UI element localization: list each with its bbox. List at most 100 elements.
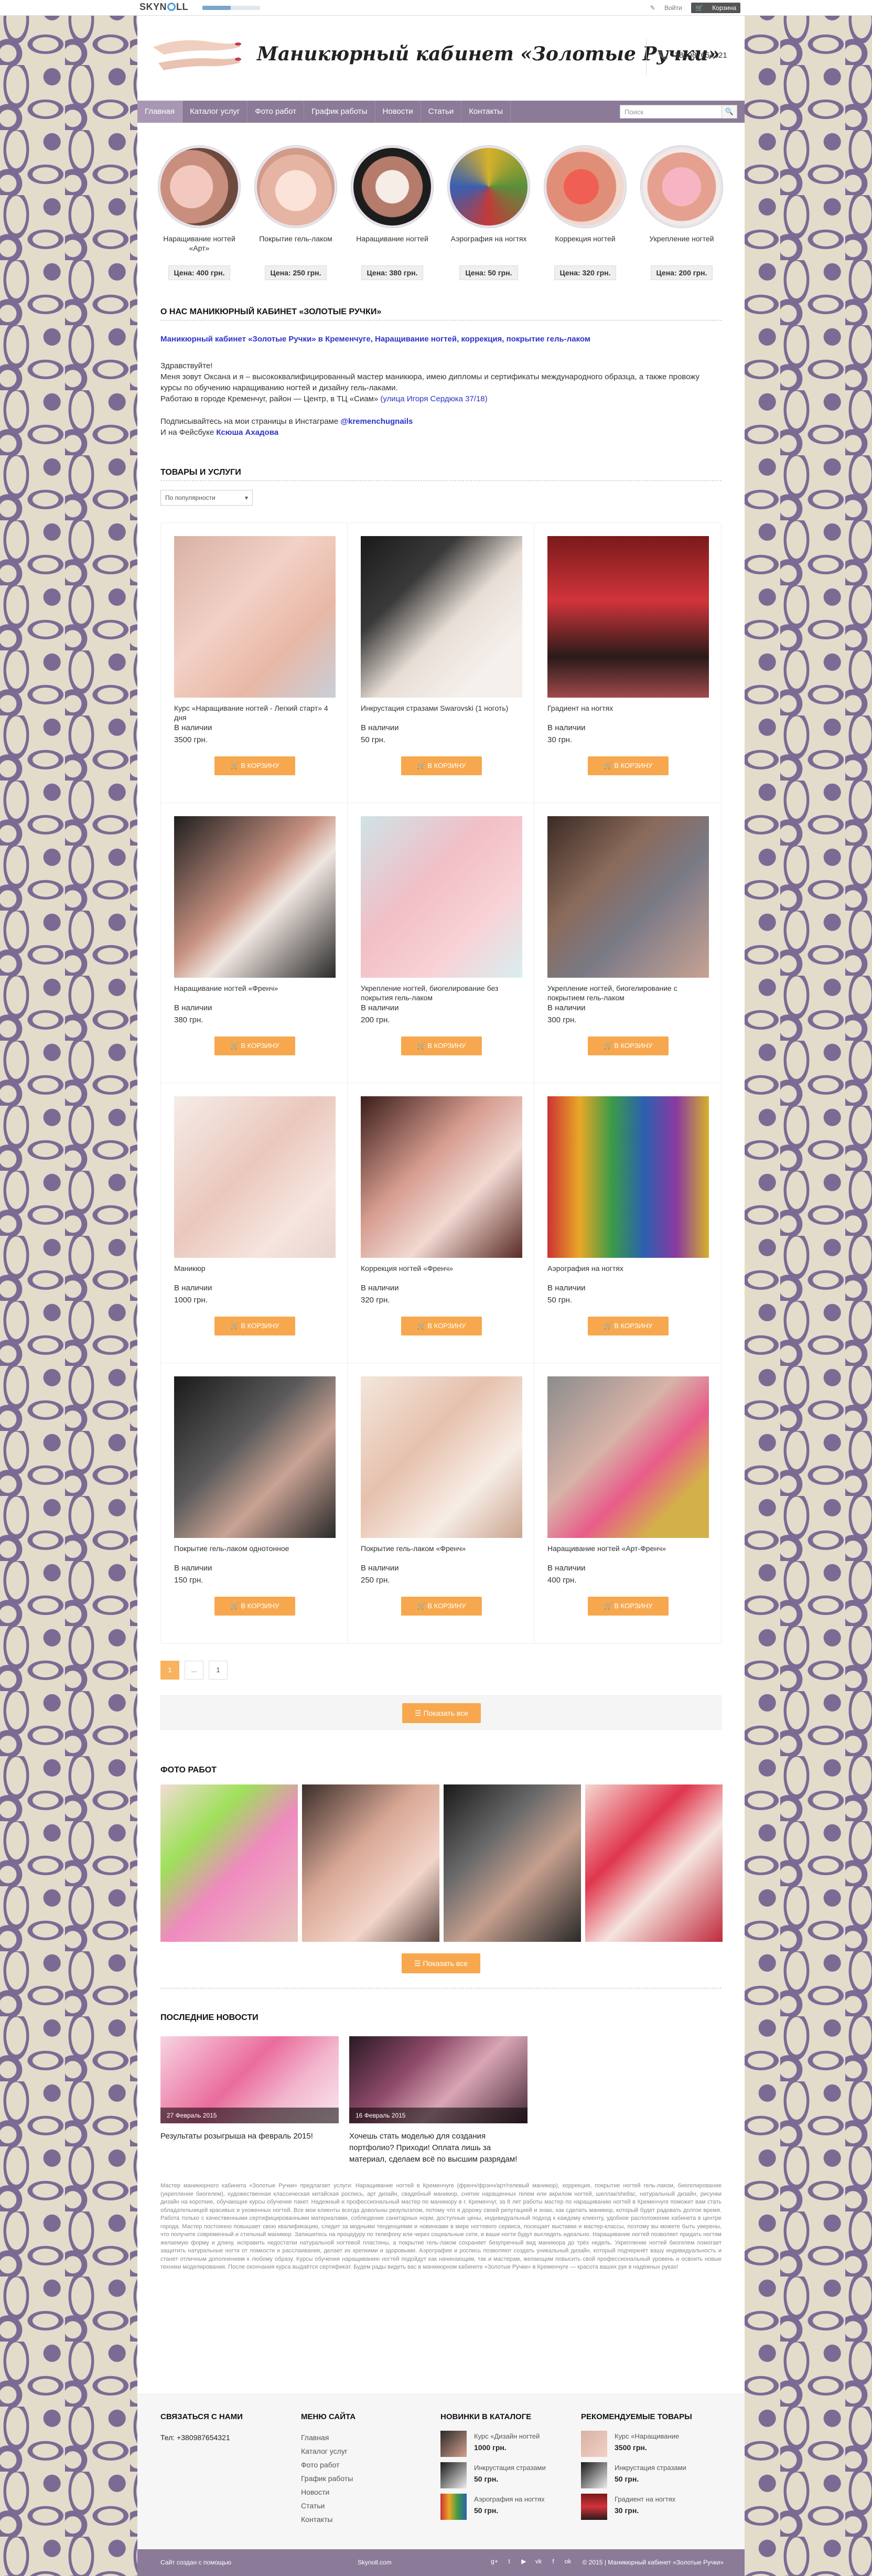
product-card[interactable]: Инкрустация стразами Swarovski (1 ноготь… (347, 522, 535, 804)
show-all-photos-button[interactable]: ☰ Показать все (402, 1953, 480, 1973)
product-card[interactable]: Курс «Наращивание ногтей - Легкий старт»… (160, 522, 348, 804)
product-card[interactable]: Покрытие гель-лаком однотонное В наличии… (160, 1363, 348, 1644)
category-image[interactable] (351, 146, 433, 228)
product-card[interactable]: Маникюр В наличии 1000 грн. 🛒 В КОРЗИНУ (160, 1083, 348, 1364)
skynoll-logo[interactable]: SKYN LL (139, 2, 188, 14)
header-phone[interactable]: 📞 +380987654321 (646, 39, 727, 76)
gallery-photo[interactable] (302, 1784, 439, 1942)
footer-link[interactable]: График работы (301, 2472, 432, 2485)
product-image[interactable] (174, 1376, 336, 1538)
skynoll-link[interactable]: Skynoll.com (358, 2559, 392, 2566)
facebook-link[interactable]: Ксюша Ахадова (216, 428, 278, 437)
address-link[interactable]: (улица Игоря Сердюка 37/18) (380, 394, 487, 403)
facebook-icon[interactable]: f (548, 2558, 558, 2565)
add-to-cart-button[interactable]: 🛒 В КОРЗИНУ (214, 1036, 295, 1055)
gallery-photo[interactable] (160, 1784, 298, 1942)
news-image[interactable]: 27 Февраль 2015 (160, 2036, 339, 2123)
news-item[interactable]: 27 Февраль 2015 Результаты розыгрыша на … (160, 2036, 339, 2142)
product-card[interactable]: Укрепление ногтей, биогелирование с покр… (534, 803, 722, 1084)
footer-link[interactable]: Новости (301, 2485, 432, 2499)
cart-button[interactable]: 🛒 Корзина (691, 3, 740, 13)
product-image[interactable] (361, 1096, 522, 1258)
footer-link[interactable]: Контакты (301, 2513, 432, 2526)
product-name[interactable]: Инкрустация стразами Swarovski (1 ноготь… (361, 703, 522, 713)
product-name[interactable]: Наращивание ногтей «Арт-Френч» (547, 1544, 709, 1553)
nav-articles[interactable]: Статьи (421, 101, 462, 123)
hands-logo[interactable] (148, 26, 242, 84)
about-link[interactable]: Маникюрный кабинет «Золотые Ручки» в Кре… (160, 335, 590, 344)
google-plus-icon[interactable]: g+ (490, 2558, 499, 2565)
add-to-cart-button[interactable]: 🛒 В КОРЗИНУ (588, 1597, 669, 1616)
nav-news[interactable]: Новости (375, 101, 421, 123)
product-name[interactable]: Покрытие гель-лаком однотонное (174, 1544, 336, 1553)
youtube-icon[interactable]: ▶ (519, 2558, 529, 2565)
category-image[interactable] (255, 146, 337, 228)
category-image[interactable] (641, 146, 723, 228)
sort-select[interactable]: По популярности ▾ (160, 490, 253, 506)
footer-product[interactable]: Курс «Дизайн ногтей 1000 грн. (440, 2431, 577, 2462)
product-card[interactable]: Наращивание ногтей «Арт-Френч» В наличии… (534, 1363, 722, 1644)
footer-phone[interactable]: Тел: +380987654321 (160, 2431, 292, 2444)
add-to-cart-button[interactable]: 🛒 В КОРЗИНУ (588, 1036, 669, 1055)
product-name[interactable]: Укрепление ногтей, биогелирование без по… (361, 984, 522, 1002)
product-image[interactable] (547, 1376, 709, 1538)
add-to-cart-button[interactable]: 🛒 В КОРЗИНУ (401, 1036, 482, 1055)
footer-product[interactable]: Инкрустация стразами 50 грн. (440, 2462, 577, 2494)
category-item[interactable]: Укрепление ногтей Цена: 200 грн. (640, 146, 724, 280)
product-image[interactable] (547, 536, 709, 698)
add-to-cart-button[interactable]: 🛒 В КОРЗИНУ (588, 1317, 669, 1335)
footer-link[interactable]: Главная (301, 2431, 432, 2444)
add-to-cart-button[interactable]: 🛒 В КОРЗИНУ (588, 756, 669, 775)
product-name[interactable]: Наращивание ногтей «Френч» (174, 984, 336, 993)
footer-product[interactable]: Градиент на ногтях 30 грн. (581, 2494, 723, 2525)
category-item[interactable]: Наращивание ногтей Цена: 380 грн. (350, 146, 434, 280)
product-name[interactable]: Покрытие гель-лаком «Френч» (361, 1544, 522, 1553)
product-card[interactable]: Наращивание ногтей «Френч» В наличии 380… (160, 803, 348, 1084)
product-name[interactable]: Аэрография на ногтях (547, 1264, 709, 1273)
odnoklassniki-icon[interactable]: ok (563, 2558, 573, 2565)
category-item[interactable]: Покрытие гель-лаком Цена: 250 грн. (254, 146, 338, 280)
show-all-products-button[interactable]: ☰ Показать все (402, 1703, 481, 1723)
instagram-link[interactable]: @kremenchugnails (340, 417, 413, 426)
login-link[interactable]: ✎ Войти (650, 4, 682, 12)
product-image[interactable] (174, 536, 336, 698)
category-item[interactable]: Коррекция ногтей Цена: 320 грн. (543, 146, 627, 280)
category-item[interactable]: Аэрография на ногтях Цена: 50 грн. (447, 146, 531, 280)
add-to-cart-button[interactable]: 🛒 В КОРЗИНУ (214, 1317, 295, 1335)
category-image[interactable] (544, 146, 626, 228)
vk-icon[interactable]: vk (534, 2558, 543, 2565)
product-name[interactable]: Укрепление ногтей, биогелирование с покр… (547, 984, 709, 1002)
gallery-photo[interactable] (585, 1784, 723, 1942)
footer-link[interactable]: Фото работ (301, 2458, 432, 2472)
news-image[interactable]: 16 Февраль 2015 (349, 2036, 527, 2123)
search-input[interactable]: Поиск (620, 105, 723, 119)
add-to-cart-button[interactable]: 🛒 В КОРЗИНУ (214, 1597, 295, 1616)
footer-link[interactable]: Каталог услуг (301, 2444, 432, 2458)
add-to-cart-button[interactable]: 🛒 В КОРЗИНУ (401, 756, 482, 775)
product-card[interactable]: Укрепление ногтей, биогелирование без по… (347, 803, 535, 1084)
page-last[interactable]: 1 (209, 1661, 228, 1680)
product-image[interactable] (361, 1376, 522, 1538)
product-image[interactable] (361, 536, 522, 698)
footer-product[interactable]: Курс «Наращивание 3500 грн. (581, 2431, 723, 2462)
product-name[interactable]: Коррекция ногтей «Френч» (361, 1264, 522, 1273)
category-item[interactable]: Наращивание ногтей «Арт» Цена: 400 грн. (157, 146, 241, 280)
nav-catalog[interactable]: Каталог услуг (182, 101, 248, 123)
product-image[interactable] (547, 816, 709, 978)
news-item[interactable]: 16 Февраль 2015 Хочешь стать моделью для… (349, 2036, 527, 2165)
product-image[interactable] (174, 1096, 336, 1258)
product-card[interactable]: Аэрография на ногтях В наличии 50 грн. 🛒… (534, 1083, 722, 1364)
footer-link[interactable]: Статьи (301, 2499, 432, 2513)
news-title[interactable]: Хочешь стать моделью для создания портфо… (349, 2131, 527, 2165)
product-card[interactable]: Коррекция ногтей «Френч» В наличии 320 г… (347, 1083, 535, 1364)
search-icon[interactable]: 🔍 (722, 105, 737, 119)
product-name[interactable]: Маникюр (174, 1264, 336, 1273)
add-to-cart-button[interactable]: 🛒 В КОРЗИНУ (401, 1597, 482, 1616)
product-image[interactable] (361, 816, 522, 978)
category-image[interactable] (158, 146, 240, 228)
add-to-cart-button[interactable]: 🛒 В КОРЗИНУ (214, 756, 295, 775)
nav-contacts[interactable]: Контакты (461, 101, 511, 123)
category-image[interactable] (448, 146, 530, 228)
product-image[interactable] (547, 1096, 709, 1258)
news-title[interactable]: Результаты розыгрыша на февраль 2015! (160, 2131, 339, 2142)
